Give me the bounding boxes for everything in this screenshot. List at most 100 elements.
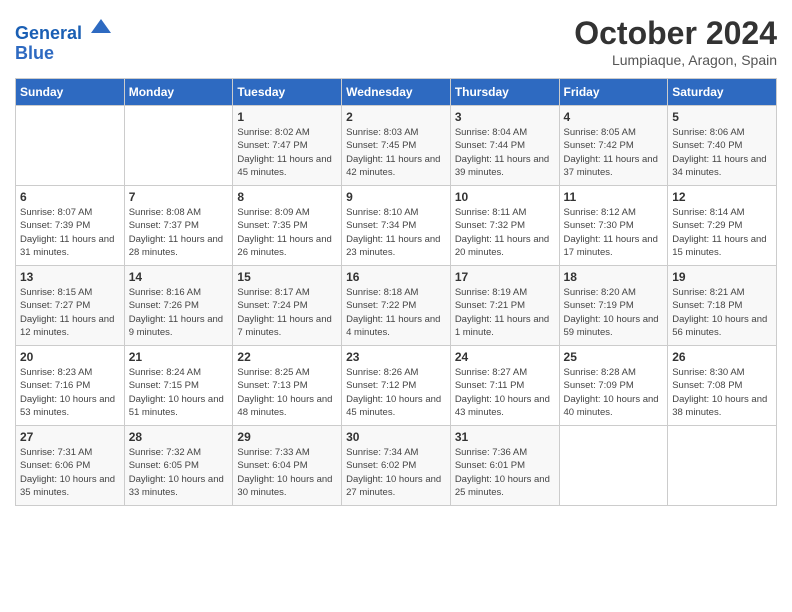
calendar-cell: 8 Sunrise: 8:09 AM Sunset: 7:35 PM Daylig… (233, 186, 342, 266)
day-info: Sunrise: 8:25 AM Sunset: 7:13 PM Dayligh… (237, 366, 337, 419)
day-info: Sunrise: 8:26 AM Sunset: 7:12 PM Dayligh… (346, 366, 446, 419)
day-info: Sunrise: 8:02 AM Sunset: 7:47 PM Dayligh… (237, 126, 337, 179)
calendar-cell: 27 Sunrise: 7:31 AM Sunset: 6:06 PM Dayli… (16, 426, 125, 506)
day-number: 21 (129, 350, 229, 364)
calendar-cell: 29Sunrise: 7:33 AM Sunset: 6:04 PM Dayli… (233, 426, 342, 506)
day-number: 20 (20, 350, 120, 364)
calendar-cell: 30Sunrise: 7:34 AM Sunset: 6:02 PM Dayli… (342, 426, 451, 506)
calendar-cell: 21Sunrise: 8:24 AM Sunset: 7:15 PM Dayli… (124, 346, 233, 426)
calendar-cell: 4 Sunrise: 8:05 AM Sunset: 7:42 PM Daylig… (559, 106, 668, 186)
day-number: 9 (346, 190, 446, 204)
location-subtitle: Lumpiaque, Aragon, Spain (574, 52, 777, 68)
day-info: Sunrise: 8:28 AM Sunset: 7:09 PM Dayligh… (564, 366, 664, 419)
day-number: 19 (672, 270, 772, 284)
calendar-cell: 6 Sunrise: 8:07 AM Sunset: 7:39 PM Daylig… (16, 186, 125, 266)
day-info: Sunrise: 8:09 AM Sunset: 7:35 PM Dayligh… (237, 206, 337, 259)
col-header-tuesday: Tuesday (233, 79, 342, 106)
logo-icon (89, 15, 113, 39)
logo: General Blue (15, 15, 113, 64)
month-title: October 2024 (574, 15, 777, 52)
day-number: 13 (20, 270, 120, 284)
day-number: 28 (129, 430, 229, 444)
calendar-cell: 25 Sunrise: 8:28 AM Sunset: 7:09 PM Dayli… (559, 346, 668, 426)
calendar-cell: 5Sunrise: 8:06 AM Sunset: 7:40 PM Daylig… (668, 106, 777, 186)
day-number: 22 (237, 350, 337, 364)
day-number: 4 (564, 110, 664, 124)
day-info: Sunrise: 7:31 AM Sunset: 6:06 PM Dayligh… (20, 446, 120, 499)
day-number: 26 (672, 350, 772, 364)
day-number: 27 (20, 430, 120, 444)
day-info: Sunrise: 8:23 AM Sunset: 7:16 PM Dayligh… (20, 366, 120, 419)
day-info: Sunrise: 8:16 AM Sunset: 7:26 PM Dayligh… (129, 286, 229, 339)
calendar-cell: 11 Sunrise: 8:12 AM Sunset: 7:30 PM Dayli… (559, 186, 668, 266)
col-header-sunday: Sunday (16, 79, 125, 106)
col-header-thursday: Thursday (450, 79, 559, 106)
day-info: Sunrise: 8:15 AM Sunset: 7:27 PM Dayligh… (20, 286, 120, 339)
week-row-5: 27 Sunrise: 7:31 AM Sunset: 6:06 PM Dayli… (16, 426, 777, 506)
calendar-cell: 20 Sunrise: 8:23 AM Sunset: 7:16 PM Dayli… (16, 346, 125, 426)
calendar-cell: 17 Sunrise: 8:19 AM Sunset: 7:21 PM Dayli… (450, 266, 559, 346)
day-info: Sunrise: 8:11 AM Sunset: 7:32 PM Dayligh… (455, 206, 555, 259)
calendar-cell: 31 Sunrise: 7:36 AM Sunset: 6:01 PM Dayli… (450, 426, 559, 506)
col-header-friday: Friday (559, 79, 668, 106)
day-number: 6 (20, 190, 120, 204)
day-info: Sunrise: 7:34 AM Sunset: 6:02 PM Dayligh… (346, 446, 446, 499)
calendar-cell (16, 106, 125, 186)
calendar-cell: 9 Sunrise: 8:10 AM Sunset: 7:34 PM Daylig… (342, 186, 451, 266)
day-number: 2 (346, 110, 446, 124)
day-number: 8 (237, 190, 337, 204)
day-info: Sunrise: 7:36 AM Sunset: 6:01 PM Dayligh… (455, 446, 555, 499)
day-info: Sunrise: 8:05 AM Sunset: 7:42 PM Dayligh… (564, 126, 664, 179)
day-number: 3 (455, 110, 555, 124)
day-number: 12 (672, 190, 772, 204)
day-number: 29 (237, 430, 337, 444)
day-info: Sunrise: 8:06 AM Sunset: 7:40 PM Dayligh… (672, 126, 772, 179)
day-number: 11 (564, 190, 664, 204)
calendar-cell: 28Sunrise: 7:32 AM Sunset: 6:05 PM Dayli… (124, 426, 233, 506)
week-row-4: 20 Sunrise: 8:23 AM Sunset: 7:16 PM Dayli… (16, 346, 777, 426)
calendar-cell (668, 426, 777, 506)
day-number: 17 (455, 270, 555, 284)
header-row: SundayMondayTuesdayWednesdayThursdayFrid… (16, 79, 777, 106)
title-block: October 2024 Lumpiaque, Aragon, Spain (574, 15, 777, 68)
day-info: Sunrise: 8:04 AM Sunset: 7:44 PM Dayligh… (455, 126, 555, 179)
day-info: Sunrise: 8:20 AM Sunset: 7:19 PM Dayligh… (564, 286, 664, 339)
page-header: General Blue October 2024 Lumpiaque, Ara… (15, 15, 777, 68)
day-number: 7 (129, 190, 229, 204)
day-number: 10 (455, 190, 555, 204)
week-row-2: 6 Sunrise: 8:07 AM Sunset: 7:39 PM Daylig… (16, 186, 777, 266)
day-info: Sunrise: 8:14 AM Sunset: 7:29 PM Dayligh… (672, 206, 772, 259)
calendar-cell: 24 Sunrise: 8:27 AM Sunset: 7:11 PM Dayli… (450, 346, 559, 426)
day-info: Sunrise: 8:17 AM Sunset: 7:24 PM Dayligh… (237, 286, 337, 339)
day-info: Sunrise: 8:12 AM Sunset: 7:30 PM Dayligh… (564, 206, 664, 259)
day-info: Sunrise: 8:08 AM Sunset: 7:37 PM Dayligh… (129, 206, 229, 259)
calendar-cell: 18 Sunrise: 8:20 AM Sunset: 7:19 PM Dayli… (559, 266, 668, 346)
calendar-cell: 10 Sunrise: 8:11 AM Sunset: 7:32 PM Dayli… (450, 186, 559, 266)
col-header-wednesday: Wednesday (342, 79, 451, 106)
day-number: 16 (346, 270, 446, 284)
day-info: Sunrise: 8:10 AM Sunset: 7:34 PM Dayligh… (346, 206, 446, 259)
calendar-cell (559, 426, 668, 506)
calendar-cell: 22 Sunrise: 8:25 AM Sunset: 7:13 PM Dayli… (233, 346, 342, 426)
calendar-cell: 13 Sunrise: 8:15 AM Sunset: 7:27 PM Dayli… (16, 266, 125, 346)
calendar-cell: 1 Sunrise: 8:02 AM Sunset: 7:47 PM Daylig… (233, 106, 342, 186)
day-info: Sunrise: 8:03 AM Sunset: 7:45 PM Dayligh… (346, 126, 446, 179)
day-number: 31 (455, 430, 555, 444)
day-number: 24 (455, 350, 555, 364)
day-info: Sunrise: 8:19 AM Sunset: 7:21 PM Dayligh… (455, 286, 555, 339)
logo-general: General (15, 23, 82, 43)
calendar-cell: 15Sunrise: 8:17 AM Sunset: 7:24 PM Dayli… (233, 266, 342, 346)
calendar-table: SundayMondayTuesdayWednesdayThursdayFrid… (15, 78, 777, 506)
calendar-cell (124, 106, 233, 186)
col-header-monday: Monday (124, 79, 233, 106)
day-info: Sunrise: 8:27 AM Sunset: 7:11 PM Dayligh… (455, 366, 555, 419)
day-number: 18 (564, 270, 664, 284)
day-number: 1 (237, 110, 337, 124)
day-info: Sunrise: 8:07 AM Sunset: 7:39 PM Dayligh… (20, 206, 120, 259)
day-number: 25 (564, 350, 664, 364)
calendar-cell: 23 Sunrise: 8:26 AM Sunset: 7:12 PM Dayli… (342, 346, 451, 426)
day-number: 23 (346, 350, 446, 364)
day-info: Sunrise: 8:30 AM Sunset: 7:08 PM Dayligh… (672, 366, 772, 419)
calendar-cell: 2 Sunrise: 8:03 AM Sunset: 7:45 PM Daylig… (342, 106, 451, 186)
day-info: Sunrise: 8:21 AM Sunset: 7:18 PM Dayligh… (672, 286, 772, 339)
